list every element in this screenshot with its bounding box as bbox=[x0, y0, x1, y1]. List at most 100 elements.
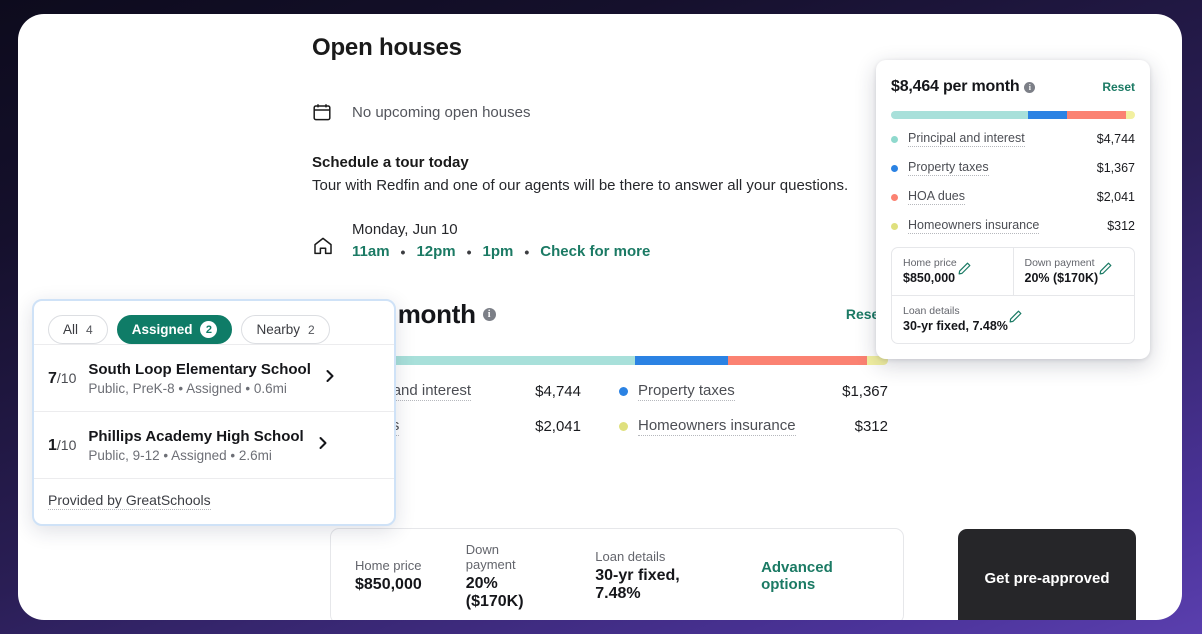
time-separator: • bbox=[400, 243, 406, 260]
legend-row: Homeowners insurance $312 bbox=[619, 417, 888, 436]
home-price-value: $850,000 bbox=[903, 271, 956, 285]
loan-details-field[interactable]: Loan details 30-yr fixed, 7.48% bbox=[595, 549, 717, 603]
legend-row: Property taxes $1,367 bbox=[891, 160, 1135, 176]
school-meta: Public, PreK-8 • Assigned • 0.6mi bbox=[88, 381, 287, 396]
tab-nearby[interactable]: Nearby 2 bbox=[241, 315, 330, 344]
school-rating-score: 7 bbox=[48, 369, 57, 387]
chevron-right-icon[interactable] bbox=[316, 436, 330, 455]
school-name: Phillips Academy High School bbox=[88, 428, 304, 445]
popover-monthly-total: $8,464 per month bbox=[891, 78, 1020, 95]
bar-segment-hoa-dues bbox=[1067, 111, 1126, 119]
school-name: South Loop Elementary School bbox=[88, 361, 311, 378]
school-rating: 7/10 bbox=[48, 370, 76, 388]
bar-segment-principal-and-interest bbox=[891, 111, 1028, 119]
get-pre-approved-button[interactable]: Get pre-approved bbox=[958, 529, 1136, 620]
school-list-item[interactable]: 7/10 South Loop Elementary School Public… bbox=[34, 344, 394, 411]
schedule-tour-description: Tour with Redfin and one of our agents w… bbox=[312, 177, 849, 194]
bar-segment-property-taxes bbox=[1027, 111, 1068, 119]
school-rating-score: 1 bbox=[48, 436, 57, 454]
info-icon[interactable]: i bbox=[482, 307, 496, 321]
loan-details-value: 30-yr fixed, 7.48% bbox=[903, 319, 1008, 333]
down-payment-label: Down payment bbox=[465, 541, 516, 572]
advanced-options-link[interactable]: Advanced options bbox=[761, 559, 879, 593]
home-price-value: $850,000 bbox=[355, 576, 422, 593]
tour-slot-row: Monday, Jun 10 11am • 12pm • 1pm • Check… bbox=[312, 221, 872, 260]
chevron-right-icon[interactable] bbox=[323, 369, 337, 388]
pencil-icon[interactable] bbox=[957, 261, 972, 281]
pencil-icon[interactable] bbox=[1098, 261, 1113, 281]
down-payment-value: 20% ($170K) bbox=[465, 574, 524, 610]
legend-value-homeowners-insurance: $312 bbox=[1107, 219, 1135, 233]
school-rating-scale: /10 bbox=[56, 436, 77, 453]
tab-assigned-count: 2 bbox=[200, 321, 218, 338]
home-price-edit-cell[interactable]: Home price $850,000 bbox=[892, 248, 1013, 295]
pencil-icon[interactable] bbox=[1008, 309, 1023, 329]
schools-footer: Provided by GreatSchools bbox=[34, 478, 394, 524]
home-price-label: Home price bbox=[903, 257, 957, 269]
down-payment-value: 20% ($170K) bbox=[1024, 271, 1099, 285]
home-price-field[interactable]: Home price $850,000 bbox=[355, 558, 422, 594]
tour-time-12pm[interactable]: 12pm bbox=[416, 243, 455, 260]
down-payment-label: Down payment bbox=[1024, 257, 1095, 269]
legend-color-dot bbox=[891, 164, 898, 172]
legend-label-property-taxes[interactable]: Property taxes bbox=[638, 382, 735, 401]
schools-tab-list: All 4 Assigned 2 Nearby 2 bbox=[34, 315, 394, 344]
tab-nearby-label: Nearby bbox=[256, 322, 300, 337]
home-icon bbox=[312, 225, 334, 257]
schools-panel: All 4 Assigned 2 Nearby 2 7/10 South Loo… bbox=[32, 299, 396, 526]
down-payment-field[interactable]: Down payment 20% ($170K) bbox=[466, 542, 552, 611]
legend-row: Principal and interest $4,744 bbox=[891, 131, 1135, 147]
legend-color-dot bbox=[891, 135, 898, 143]
calendar-icon bbox=[312, 102, 332, 122]
tab-nearby-count: 2 bbox=[308, 322, 315, 337]
tab-all[interactable]: All 4 bbox=[48, 315, 108, 344]
legend-row: Property taxes $1,367 bbox=[619, 382, 888, 401]
tour-time-1pm[interactable]: 1pm bbox=[483, 243, 514, 260]
tab-assigned[interactable]: Assigned 2 bbox=[116, 315, 233, 344]
popover-reset-button[interactable]: Reset bbox=[1102, 80, 1135, 94]
legend-value-principal-and-interest: $4,744 bbox=[535, 383, 581, 400]
tour-date: Monday, Jun 10 bbox=[352, 221, 458, 238]
legend-value-homeowners-insurance: $312 bbox=[854, 418, 888, 435]
mortgage-header: $4 per month i Reset bbox=[312, 292, 888, 336]
mortgage-legend: Principal and interest $4,744 Property t… bbox=[312, 382, 888, 436]
info-icon[interactable]: i bbox=[1024, 81, 1036, 93]
loan-summary-card: Home price $850,000 Down payment 20% ($1… bbox=[330, 528, 904, 620]
legend-label-hoa-dues[interactable]: HOA dues bbox=[908, 189, 965, 205]
time-separator: • bbox=[524, 243, 530, 260]
legend-color-dot bbox=[891, 222, 898, 230]
legend-color-dot bbox=[619, 387, 628, 396]
legend-label-principal-and-interest[interactable]: Principal and interest bbox=[908, 131, 1025, 147]
down-payment-edit-cell[interactable]: Down payment 20% ($170K) bbox=[1012, 248, 1135, 295]
legend-label-homeowners-insurance[interactable]: Homeowners insurance bbox=[908, 218, 1040, 234]
school-meta: Public, 9-12 • Assigned • 2.6mi bbox=[88, 448, 272, 463]
no-open-houses-label: No upcoming open houses bbox=[352, 103, 531, 121]
page-title: Open houses bbox=[312, 34, 462, 61]
legend-row: Homeowners insurance $312 bbox=[891, 218, 1135, 234]
school-list-item[interactable]: 1/10 Phillips Academy High School Public… bbox=[34, 411, 394, 478]
loan-details-edit-cell[interactable]: Loan details 30-yr fixed, 7.48% bbox=[892, 296, 1134, 343]
mortgage-estimate-section: $4 per month i Reset Principal and inter… bbox=[312, 292, 888, 436]
greatschools-provider-link[interactable]: Provided by GreatSchools bbox=[48, 492, 211, 510]
popover-header: $8,464 per month i Reset bbox=[891, 78, 1135, 96]
loan-details-value: 30-yr fixed, 7.48% bbox=[595, 567, 680, 602]
tab-assigned-label: Assigned bbox=[131, 322, 193, 337]
legend-label-homeowners-insurance[interactable]: Homeowners insurance bbox=[638, 417, 796, 436]
bar-segment-hoa-dues bbox=[727, 356, 867, 365]
tour-time-11am[interactable]: 11am bbox=[352, 243, 390, 260]
bar-segment-property-taxes bbox=[635, 356, 728, 365]
school-rating: 1/10 bbox=[48, 437, 76, 455]
mortgage-breakdown-bar bbox=[312, 356, 888, 365]
legend-value-hoa-dues: $2,041 bbox=[535, 418, 581, 435]
loan-details-label: Loan details bbox=[903, 305, 960, 317]
legend-label-property-taxes[interactable]: Property taxes bbox=[908, 160, 989, 176]
legend-row: HOA dues $2,041 bbox=[891, 189, 1135, 205]
tour-times-list: 11am • 12pm • 1pm • Check for more bbox=[352, 243, 650, 260]
legend-value-hoa-dues: $2,041 bbox=[1096, 190, 1135, 204]
home-price-label: Home price bbox=[355, 558, 422, 573]
bar-segment-homeowners-insurance bbox=[1125, 111, 1135, 119]
legend-color-dot bbox=[891, 193, 898, 201]
loan-details-label: Loan details bbox=[595, 549, 666, 564]
check-for-more-link[interactable]: Check for more bbox=[540, 243, 650, 260]
schedule-tour-heading: Schedule a tour today bbox=[312, 154, 469, 171]
